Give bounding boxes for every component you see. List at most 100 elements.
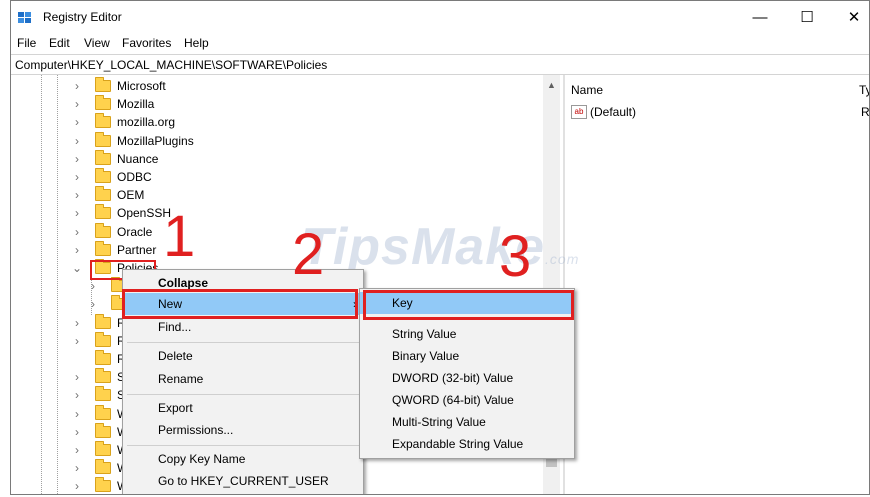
expand-chevron-icon[interactable]: › [71, 168, 83, 186]
expand-chevron-icon[interactable]: › [71, 95, 83, 113]
tree-item-label: Mozilla [117, 97, 155, 112]
expand-chevron-icon[interactable]: › [71, 186, 83, 204]
tree-item-label: OEM [117, 188, 145, 203]
submenu-binary-value[interactable]: Binary Value [360, 345, 574, 367]
expand-chevron-icon[interactable]: › [71, 332, 83, 350]
tree-item[interactable]: › OEM [71, 186, 144, 204]
expand-chevron-icon[interactable]: › [87, 295, 99, 313]
menu-copy-key-name[interactable]: Copy Key Name [123, 448, 363, 470]
tree-item[interactable]: › mozilla.org [71, 113, 175, 131]
expand-chevron-icon[interactable]: › [71, 77, 83, 95]
tree-item-label: Nuance [117, 151, 159, 166]
tree-item[interactable]: › MozillaPlugins [71, 131, 194, 150]
folder-icon [95, 113, 111, 129]
expand-chevron-icon[interactable] [71, 350, 83, 368]
value-type: RE [861, 105, 870, 119]
tree-item[interactable]: › Oracle [71, 222, 153, 241]
minimize-button[interactable]: — [737, 5, 783, 31]
scroll-up-arrow-icon[interactable]: ▲ [543, 77, 560, 93]
tree-item-label: Partner [117, 242, 157, 257]
tree-item[interactable]: › Partner [71, 240, 157, 259]
expand-chevron-icon[interactable]: › [71, 368, 83, 386]
menu-rename[interactable]: Rename [123, 368, 363, 390]
submenu-expandable-string-value[interactable]: Expandable String Value [360, 433, 574, 455]
expand-chevron-icon[interactable]: › [71, 386, 83, 404]
folder-icon [95, 131, 111, 147]
tree-guide-line [41, 75, 42, 494]
folder-icon [95, 368, 111, 384]
menu-permissions[interactable]: Permissions... [123, 419, 363, 441]
registry-editor-icon [18, 12, 31, 23]
tree-item-label: Microsoft [117, 79, 166, 93]
menu-goto-hkcu[interactable]: Go to HKEY_CURRENT_USER [123, 470, 363, 492]
submenu-multi-string-value[interactable]: Multi-String Value [360, 411, 574, 433]
menu-separator [127, 394, 359, 395]
folder-icon [95, 459, 111, 475]
title-bar: Registry Editor — ☐ ✕ [11, 1, 869, 33]
column-header-name[interactable]: Name [571, 83, 603, 97]
folder-icon [95, 386, 111, 402]
watermark-suffix: .com [545, 251, 580, 267]
expand-chevron-icon[interactable]: › [71, 441, 83, 459]
folder-icon [95, 441, 111, 456]
menu-file[interactable]: File [17, 36, 36, 50]
submenu-dword-value[interactable]: DWORD (32-bit) Value [360, 367, 574, 389]
folder-icon [95, 404, 111, 420]
menu-find[interactable]: Find... [123, 316, 363, 338]
menu-favorites[interactable]: Favorites [122, 36, 171, 50]
folder-icon [95, 240, 111, 256]
menu-edit[interactable]: Edit [49, 36, 70, 50]
expand-chevron-icon[interactable]: › [71, 477, 83, 494]
maximize-button[interactable]: ☐ [784, 5, 830, 31]
tree-guide-line [57, 75, 58, 494]
menu-view[interactable]: View [84, 36, 110, 50]
menu-delete[interactable]: Delete [123, 345, 363, 367]
expand-chevron-icon[interactable]: › [71, 241, 83, 259]
value-row[interactable]: ab (Default) RE [571, 103, 869, 121]
expand-chevron-icon[interactable]: › [71, 314, 83, 332]
folder-icon [95, 186, 111, 202]
tree-item-label: mozilla.org [117, 115, 176, 130]
menu-bar: File Edit View Favorites Help [11, 33, 869, 53]
address-bar[interactable]: Computer\HKEY_LOCAL_MACHINE\SOFTWARE\Pol… [11, 54, 869, 75]
tree-item[interactable]: › ODBC [71, 168, 152, 186]
submenu-qword-value[interactable]: QWORD (64-bit) Value [360, 389, 574, 411]
tree-item[interactable]: › Mozilla [71, 95, 154, 113]
folder-icon [95, 313, 111, 329]
registry-editor-window: Registry Editor — ☐ ✕ File Edit View Fav… [10, 0, 870, 495]
tree-item-label: ODBC [117, 170, 152, 184]
value-name: (Default) [590, 105, 637, 119]
column-header-type[interactable]: Ty [859, 83, 869, 97]
values-pane[interactable]: Name Ty ab (Default) RE [565, 75, 869, 494]
expand-chevron-icon[interactable]: › [71, 113, 83, 131]
menu-help[interactable]: Help [184, 36, 209, 50]
tree-item-label: Oracle [117, 224, 153, 239]
folder-icon [95, 168, 111, 183]
expand-chevron-icon[interactable]: › [71, 132, 83, 150]
string-value-icon: ab [571, 105, 587, 119]
expand-chevron-icon[interactable]: › [71, 459, 83, 477]
folder-icon [95, 204, 111, 220]
menu-separator [127, 445, 359, 446]
watermark: TipsMake.com [301, 217, 579, 277]
folder-icon [95, 149, 111, 165]
folder-icon [95, 477, 111, 493]
tree-item[interactable]: › Microsoft [71, 77, 166, 95]
close-button[interactable]: ✕ [831, 5, 869, 31]
expand-chevron-icon[interactable]: › [71, 150, 83, 168]
tree-item[interactable]: › Nuance [71, 149, 159, 168]
expand-chevron-icon[interactable]: › [71, 204, 83, 222]
expand-chevron-icon[interactable]: › [71, 423, 83, 441]
folder-icon [95, 95, 111, 111]
expand-chevron-icon[interactable]: › [71, 405, 83, 423]
tree-item[interactable]: › OpenSSH [71, 204, 171, 222]
tree-item-label: MozillaPlugins [117, 133, 194, 148]
submenu-string-value[interactable]: String Value [360, 323, 574, 345]
expand-chevron-icon[interactable]: › [71, 223, 83, 241]
annotation-step-1: 1 [163, 204, 196, 269]
menu-separator [127, 342, 359, 343]
window-title: Registry Editor [43, 10, 122, 24]
annotation-step-2: 2 [292, 222, 325, 287]
menu-export[interactable]: Export [123, 397, 363, 419]
collapse-chevron-icon[interactable]: ⌄ [71, 259, 83, 277]
